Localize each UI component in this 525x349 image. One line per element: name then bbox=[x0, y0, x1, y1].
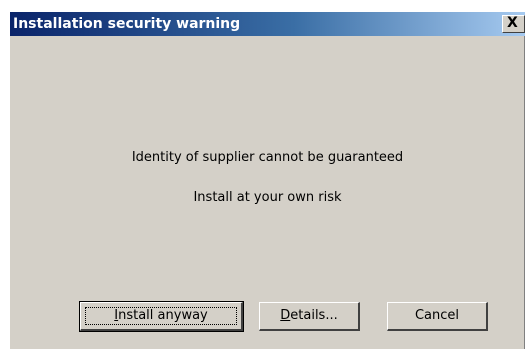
cancel-label: Cancel bbox=[414, 308, 460, 323]
details-accelerator: D bbox=[280, 308, 291, 323]
close-icon: X bbox=[507, 15, 518, 31]
details-label: etails... bbox=[290, 308, 338, 323]
cancel-button[interactable]: Cancel bbox=[387, 302, 488, 331]
title-bar[interactable]: Installation security warning X bbox=[10, 12, 525, 36]
details-button[interactable]: Details... bbox=[259, 302, 360, 331]
security-warning-dialog: Installation security warning X Identity… bbox=[10, 12, 525, 349]
risk-message: Install at your own risk bbox=[193, 190, 342, 205]
window-title: Installation security warning bbox=[13, 16, 241, 32]
close-button[interactable]: X bbox=[502, 15, 525, 33]
focus-ring bbox=[85, 307, 237, 325]
install-anyway-button[interactable]: Install anyway bbox=[79, 301, 244, 332]
warning-message: Identity of supplier cannot be guarantee… bbox=[131, 150, 404, 165]
